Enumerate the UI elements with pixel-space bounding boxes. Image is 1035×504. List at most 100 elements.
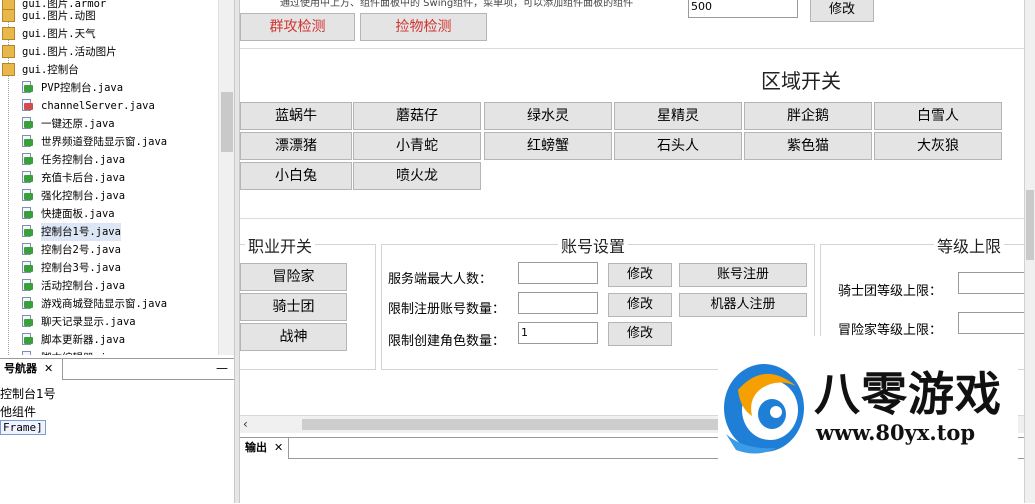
tree-package-label: gui.图片.动图	[22, 10, 96, 22]
java-file-icon	[21, 189, 34, 202]
zone-toggle-button[interactable]: 绿水灵	[484, 102, 612, 130]
tree-package-label: gui.图片.天气	[22, 28, 96, 40]
zone-toggle-button[interactable]: 白雪人	[874, 102, 1002, 130]
navigator-tab[interactable]: 号航器 ✕	[0, 359, 63, 380]
minimize-icon[interactable]: —	[216, 361, 228, 375]
tree-file-label: channelServer.java	[41, 100, 155, 112]
watermark-title: 八零游戏	[814, 367, 1002, 421]
java-file-icon	[21, 279, 34, 292]
80yx-logo-icon	[724, 364, 804, 454]
tree-package-label: gui.图片.活动图片	[22, 46, 117, 58]
java-file-icon	[21, 207, 34, 220]
job-knight-button[interactable]: 骑士团	[240, 293, 347, 321]
scroll-left-icon[interactable]: ‹	[243, 417, 248, 431]
bot-register-button[interactable]: 机器人注册	[679, 293, 807, 317]
account-register-button[interactable]: 账号注册	[679, 263, 807, 287]
navigator-node[interactable]: 他组件	[0, 403, 36, 420]
java-file-icon	[21, 135, 34, 148]
navigator-tab-label: 号航器	[4, 362, 37, 375]
character-limit-input[interactable]: 1	[518, 322, 598, 344]
java-file-icon	[21, 261, 34, 274]
navigator-node-selected[interactable]: Frame]	[0, 420, 46, 435]
account-settings-heading: 账号设置	[558, 233, 629, 257]
tree-file-label: 世界频道登陆显示窗.java	[41, 136, 168, 148]
register-limit-input[interactable]	[518, 292, 598, 314]
project-tree[interactable]: gui.图片.armor gui.图片.动图 gui.图片.天气 gui.图片.…	[0, 0, 234, 355]
hint-text: 通过使用中上方、组件面板中的 Swing组件，菜单项，可以添加组件面板的组件	[280, 0, 634, 9]
zone-toggle-button[interactable]: 红螃蟹	[484, 132, 612, 160]
register-limit-modify-button[interactable]: 修改	[608, 293, 672, 317]
job-aran-button[interactable]: 战神	[240, 323, 347, 351]
top-modify-button[interactable]: 修改	[810, 0, 874, 22]
zone-toggle-button[interactable]: 紫色猫	[744, 132, 872, 160]
group-attack-check-button[interactable]: 群攻检测	[240, 13, 355, 41]
character-limit-label: 限制创建角色数量：	[388, 334, 506, 349]
tree-file-label: PVP控制台.java	[41, 82, 124, 94]
knight-level-cap-input[interactable]	[958, 272, 1024, 294]
java-file-icon	[21, 351, 34, 355]
max-players-input[interactable]	[518, 262, 598, 284]
java-file-icon	[21, 99, 34, 112]
tree-file-label: 快捷面板.java	[41, 208, 115, 220]
output-tab[interactable]: 输出 ✕	[240, 438, 289, 458]
level-cap-heading: 等级上限	[934, 233, 1005, 257]
watermark: 八零游戏 www.80yx.top	[718, 336, 1018, 483]
zone-toggle-button[interactable]: 大灰狼	[874, 132, 1002, 160]
tree-file-label: 脚本编辑器.java	[41, 349, 125, 355]
navigator-panel: 号航器 ✕ — 控制台1号 他组件 Frame]	[0, 358, 234, 504]
tree-file-label: 强化控制台.java	[41, 190, 126, 202]
zone-toggle-button[interactable]: 漂漂猪	[240, 132, 352, 160]
max-players-label: 服务端最大人数：	[388, 272, 493, 287]
java-file-icon	[21, 153, 34, 166]
zone-toggle-button[interactable]: 星精灵	[614, 102, 742, 130]
java-file-icon	[21, 243, 34, 256]
zone-toggle-button[interactable]: 喷火龙	[353, 162, 481, 190]
java-file-icon	[21, 171, 34, 184]
design-vertical-scrollbar[interactable]	[1024, 0, 1035, 503]
zone-toggle-button[interactable]: 蓝蜗牛	[240, 102, 352, 130]
java-file-icon	[21, 297, 34, 310]
package-icon	[2, 45, 15, 58]
tree-file-label: 脚本更新器.java	[41, 334, 126, 346]
output-tab-label: 输出	[245, 441, 267, 454]
job-switch-heading: 职业开关	[245, 233, 316, 257]
register-limit-label: 限制注册账号数量：	[388, 302, 506, 317]
tree-file-label: 控制台2号.java	[41, 244, 121, 256]
package-icon	[2, 9, 15, 22]
zone-toggle-button[interactable]: 蘑菇仔	[353, 102, 481, 130]
tree-file-label: 充值卡后台.java	[41, 172, 126, 184]
tree-file-label: 控制台3号.java	[41, 262, 121, 274]
tree-package-label: gui.控制台	[22, 64, 79, 76]
pickup-check-button[interactable]: 捡物检测	[360, 13, 487, 41]
top-input[interactable]: 500	[688, 0, 798, 18]
package-open-icon	[2, 63, 15, 76]
java-file-icon	[21, 117, 34, 130]
close-icon[interactable]: ✕	[44, 359, 53, 379]
character-limit-modify-button[interactable]: 修改	[608, 322, 672, 346]
java-file-icon	[21, 225, 34, 238]
zone-toggle-button[interactable]: 小青蛇	[353, 132, 481, 160]
knight-level-cap-label: 骑士团等级上限：	[838, 284, 943, 299]
package-icon	[2, 27, 15, 40]
tree-file-label: 活动控制台.java	[41, 280, 126, 292]
tree-file-label: 一键还原.java	[41, 118, 115, 130]
job-adventurer-button[interactable]: 冒险家	[240, 263, 347, 291]
adventurer-level-cap-input[interactable]	[958, 312, 1024, 334]
java-file-icon	[21, 315, 34, 328]
tree-file-label: 任务控制台.java	[41, 154, 126, 166]
tree-file-label: 聊天记录显示.java	[41, 316, 136, 328]
close-icon[interactable]: ✕	[274, 438, 283, 458]
design-vertical-scrollbar-thumb[interactable]	[1026, 190, 1034, 260]
tree-scrollbar[interactable]	[218, 0, 234, 355]
tree-file-label: 控制台1号.java	[41, 223, 121, 241]
tree-scrollbar-thumb[interactable]	[221, 92, 233, 152]
navigator-node[interactable]: 控制台1号	[0, 385, 56, 402]
zone-toggle-button[interactable]: 胖企鹅	[744, 102, 872, 130]
zone-toggle-button[interactable]: 石头人	[614, 132, 742, 160]
zone-toggle-button[interactable]: 小白兔	[240, 162, 352, 190]
max-players-modify-button[interactable]: 修改	[608, 263, 672, 287]
watermark-url: www.80yx.top	[816, 420, 976, 445]
tab-underline	[62, 379, 234, 380]
zone-switch-heading: 区域开关	[761, 69, 841, 93]
divider	[240, 48, 1024, 49]
